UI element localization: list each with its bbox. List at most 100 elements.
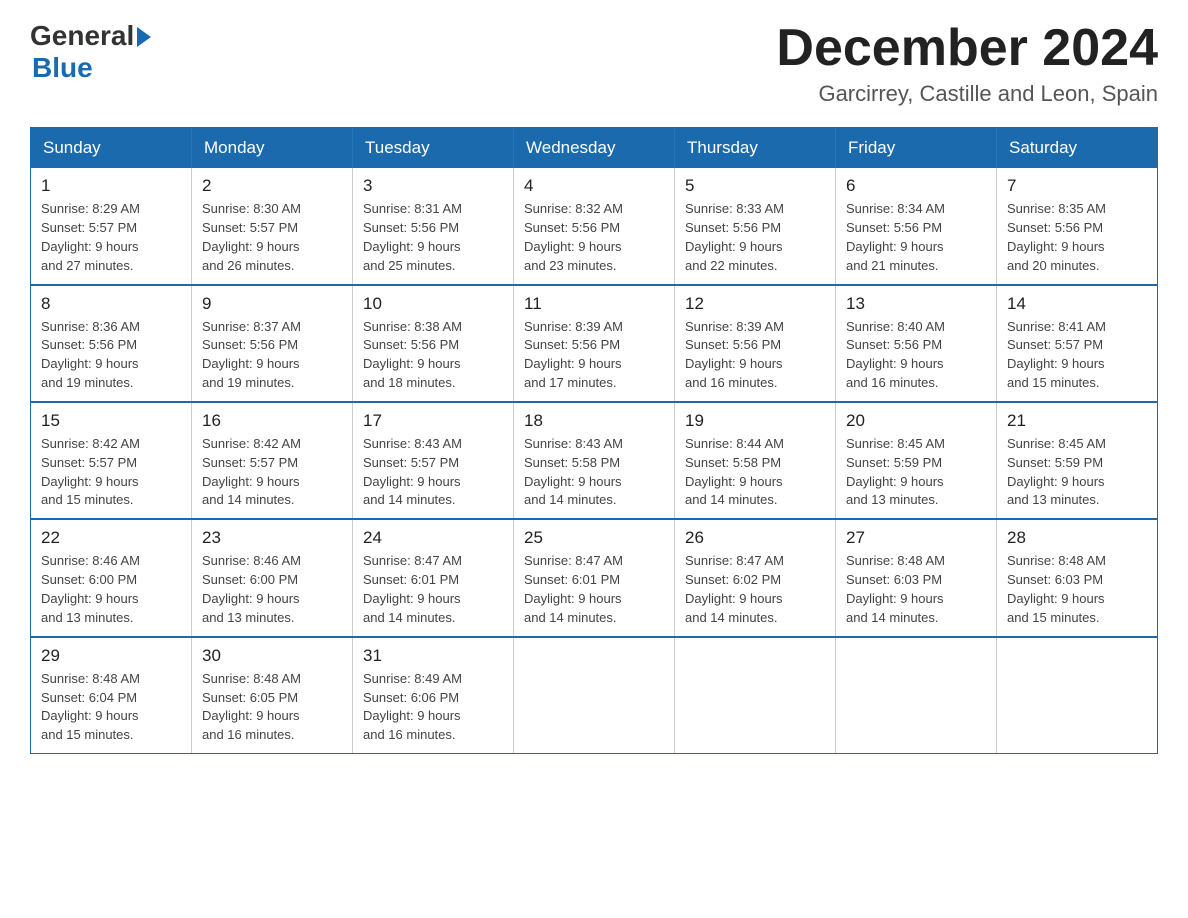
- day-info: Sunrise: 8:30 AM Sunset: 5:57 PM Dayligh…: [202, 200, 342, 275]
- day-info: Sunrise: 8:38 AM Sunset: 5:56 PM Dayligh…: [363, 318, 503, 393]
- logo-arrow-icon: [137, 27, 151, 47]
- calendar-cell: 31 Sunrise: 8:49 AM Sunset: 6:06 PM Dayl…: [353, 637, 514, 754]
- calendar-cell: 12 Sunrise: 8:39 AM Sunset: 5:56 PM Dayl…: [675, 285, 836, 402]
- day-info: Sunrise: 8:36 AM Sunset: 5:56 PM Dayligh…: [41, 318, 181, 393]
- title-section: December 2024 Garcirrey, Castille and Le…: [776, 20, 1158, 107]
- calendar-cell: 20 Sunrise: 8:45 AM Sunset: 5:59 PM Dayl…: [836, 402, 997, 519]
- day-number: 19: [685, 411, 825, 431]
- calendar-table: SundayMondayTuesdayWednesdayThursdayFrid…: [30, 127, 1158, 754]
- day-info: Sunrise: 8:34 AM Sunset: 5:56 PM Dayligh…: [846, 200, 986, 275]
- day-number: 23: [202, 528, 342, 548]
- calendar-cell: 1 Sunrise: 8:29 AM Sunset: 5:57 PM Dayli…: [31, 168, 192, 284]
- logo-blue-text: Blue: [32, 52, 93, 84]
- calendar-week-row: 22 Sunrise: 8:46 AM Sunset: 6:00 PM Dayl…: [31, 519, 1158, 636]
- day-number: 21: [1007, 411, 1147, 431]
- logo-general-label: General: [30, 20, 134, 52]
- day-info: Sunrise: 8:39 AM Sunset: 5:56 PM Dayligh…: [524, 318, 664, 393]
- day-number: 30: [202, 646, 342, 666]
- calendar-cell: 27 Sunrise: 8:48 AM Sunset: 6:03 PM Dayl…: [836, 519, 997, 636]
- calendar-week-row: 1 Sunrise: 8:29 AM Sunset: 5:57 PM Dayli…: [31, 168, 1158, 284]
- day-number: 8: [41, 294, 181, 314]
- calendar-cell: 25 Sunrise: 8:47 AM Sunset: 6:01 PM Dayl…: [514, 519, 675, 636]
- day-number: 2: [202, 176, 342, 196]
- calendar-cell: 28 Sunrise: 8:48 AM Sunset: 6:03 PM Dayl…: [997, 519, 1158, 636]
- day-info: Sunrise: 8:44 AM Sunset: 5:58 PM Dayligh…: [685, 435, 825, 510]
- weekday-header-wednesday: Wednesday: [514, 128, 675, 169]
- calendar-cell: 13 Sunrise: 8:40 AM Sunset: 5:56 PM Dayl…: [836, 285, 997, 402]
- calendar-week-row: 8 Sunrise: 8:36 AM Sunset: 5:56 PM Dayli…: [31, 285, 1158, 402]
- day-number: 25: [524, 528, 664, 548]
- weekday-header-row: SundayMondayTuesdayWednesdayThursdayFrid…: [31, 128, 1158, 169]
- calendar-cell: 16 Sunrise: 8:42 AM Sunset: 5:57 PM Dayl…: [192, 402, 353, 519]
- calendar-cell: [836, 637, 997, 754]
- day-number: 9: [202, 294, 342, 314]
- calendar-cell: 9 Sunrise: 8:37 AM Sunset: 5:56 PM Dayli…: [192, 285, 353, 402]
- day-info: Sunrise: 8:46 AM Sunset: 6:00 PM Dayligh…: [202, 552, 342, 627]
- calendar-cell: 14 Sunrise: 8:41 AM Sunset: 5:57 PM Dayl…: [997, 285, 1158, 402]
- calendar-cell: [675, 637, 836, 754]
- day-number: 3: [363, 176, 503, 196]
- day-info: Sunrise: 8:46 AM Sunset: 6:00 PM Dayligh…: [41, 552, 181, 627]
- day-number: 16: [202, 411, 342, 431]
- calendar-cell: 26 Sunrise: 8:47 AM Sunset: 6:02 PM Dayl…: [675, 519, 836, 636]
- day-info: Sunrise: 8:32 AM Sunset: 5:56 PM Dayligh…: [524, 200, 664, 275]
- day-number: 14: [1007, 294, 1147, 314]
- location-label: Garcirrey, Castille and Leon, Spain: [776, 81, 1158, 107]
- calendar-cell: 10 Sunrise: 8:38 AM Sunset: 5:56 PM Dayl…: [353, 285, 514, 402]
- day-number: 17: [363, 411, 503, 431]
- day-info: Sunrise: 8:49 AM Sunset: 6:06 PM Dayligh…: [363, 670, 503, 745]
- day-info: Sunrise: 8:29 AM Sunset: 5:57 PM Dayligh…: [41, 200, 181, 275]
- day-number: 22: [41, 528, 181, 548]
- logo-general-text: General: [30, 20, 151, 52]
- day-number: 7: [1007, 176, 1147, 196]
- weekday-header-friday: Friday: [836, 128, 997, 169]
- day-info: Sunrise: 8:48 AM Sunset: 6:05 PM Dayligh…: [202, 670, 342, 745]
- calendar-cell: 30 Sunrise: 8:48 AM Sunset: 6:05 PM Dayl…: [192, 637, 353, 754]
- calendar-cell: 24 Sunrise: 8:47 AM Sunset: 6:01 PM Dayl…: [353, 519, 514, 636]
- month-title: December 2024: [776, 20, 1158, 77]
- calendar-cell: 17 Sunrise: 8:43 AM Sunset: 5:57 PM Dayl…: [353, 402, 514, 519]
- day-info: Sunrise: 8:37 AM Sunset: 5:56 PM Dayligh…: [202, 318, 342, 393]
- calendar-cell: 7 Sunrise: 8:35 AM Sunset: 5:56 PM Dayli…: [997, 168, 1158, 284]
- calendar-week-row: 29 Sunrise: 8:48 AM Sunset: 6:04 PM Dayl…: [31, 637, 1158, 754]
- day-number: 26: [685, 528, 825, 548]
- calendar-cell: [514, 637, 675, 754]
- calendar-cell: 5 Sunrise: 8:33 AM Sunset: 5:56 PM Dayli…: [675, 168, 836, 284]
- calendar-cell: 4 Sunrise: 8:32 AM Sunset: 5:56 PM Dayli…: [514, 168, 675, 284]
- day-info: Sunrise: 8:33 AM Sunset: 5:56 PM Dayligh…: [685, 200, 825, 275]
- day-number: 13: [846, 294, 986, 314]
- day-info: Sunrise: 8:48 AM Sunset: 6:04 PM Dayligh…: [41, 670, 181, 745]
- day-info: Sunrise: 8:42 AM Sunset: 5:57 PM Dayligh…: [202, 435, 342, 510]
- day-info: Sunrise: 8:48 AM Sunset: 6:03 PM Dayligh…: [846, 552, 986, 627]
- calendar-cell: 2 Sunrise: 8:30 AM Sunset: 5:57 PM Dayli…: [192, 168, 353, 284]
- page-header: General Blue December 2024 Garcirrey, Ca…: [30, 20, 1158, 107]
- day-number: 28: [1007, 528, 1147, 548]
- calendar-cell: 11 Sunrise: 8:39 AM Sunset: 5:56 PM Dayl…: [514, 285, 675, 402]
- day-info: Sunrise: 8:47 AM Sunset: 6:02 PM Dayligh…: [685, 552, 825, 627]
- day-number: 10: [363, 294, 503, 314]
- calendar-cell: 8 Sunrise: 8:36 AM Sunset: 5:56 PM Dayli…: [31, 285, 192, 402]
- calendar-cell: 29 Sunrise: 8:48 AM Sunset: 6:04 PM Dayl…: [31, 637, 192, 754]
- calendar-cell: 22 Sunrise: 8:46 AM Sunset: 6:00 PM Dayl…: [31, 519, 192, 636]
- day-info: Sunrise: 8:40 AM Sunset: 5:56 PM Dayligh…: [846, 318, 986, 393]
- day-info: Sunrise: 8:31 AM Sunset: 5:56 PM Dayligh…: [363, 200, 503, 275]
- weekday-header-monday: Monday: [192, 128, 353, 169]
- calendar-cell: 15 Sunrise: 8:42 AM Sunset: 5:57 PM Dayl…: [31, 402, 192, 519]
- day-number: 31: [363, 646, 503, 666]
- day-info: Sunrise: 8:35 AM Sunset: 5:56 PM Dayligh…: [1007, 200, 1147, 275]
- calendar-cell: 19 Sunrise: 8:44 AM Sunset: 5:58 PM Dayl…: [675, 402, 836, 519]
- day-info: Sunrise: 8:47 AM Sunset: 6:01 PM Dayligh…: [363, 552, 503, 627]
- calendar-cell: 6 Sunrise: 8:34 AM Sunset: 5:56 PM Dayli…: [836, 168, 997, 284]
- weekday-header-sunday: Sunday: [31, 128, 192, 169]
- calendar-cell: 3 Sunrise: 8:31 AM Sunset: 5:56 PM Dayli…: [353, 168, 514, 284]
- calendar-cell: 23 Sunrise: 8:46 AM Sunset: 6:00 PM Dayl…: [192, 519, 353, 636]
- day-number: 6: [846, 176, 986, 196]
- weekday-header-saturday: Saturday: [997, 128, 1158, 169]
- calendar-cell: 18 Sunrise: 8:43 AM Sunset: 5:58 PM Dayl…: [514, 402, 675, 519]
- day-number: 12: [685, 294, 825, 314]
- day-number: 15: [41, 411, 181, 431]
- calendar-cell: 21 Sunrise: 8:45 AM Sunset: 5:59 PM Dayl…: [997, 402, 1158, 519]
- day-info: Sunrise: 8:39 AM Sunset: 5:56 PM Dayligh…: [685, 318, 825, 393]
- day-number: 29: [41, 646, 181, 666]
- day-info: Sunrise: 8:48 AM Sunset: 6:03 PM Dayligh…: [1007, 552, 1147, 627]
